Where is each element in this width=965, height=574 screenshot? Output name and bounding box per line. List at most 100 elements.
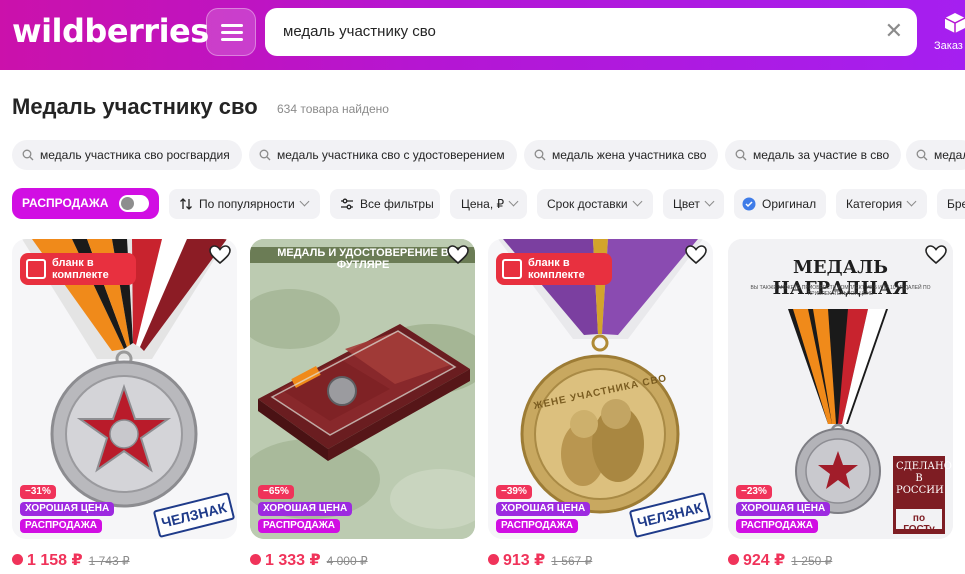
favorite-heart-icon[interactable] <box>447 245 469 265</box>
clear-search-icon[interactable]: ✕ <box>885 20 903 42</box>
chevron-down-icon <box>906 196 917 207</box>
current-price: 1 333 ₽ <box>265 552 321 569</box>
product-card[interactable]: бланк в комплекте ЧЕЛЗНАК −31% ХОРОШАЯ Ц… <box>12 239 237 539</box>
sale-badge: РАСПРОДАЖА <box>20 519 102 533</box>
chevron-down-icon <box>299 196 310 207</box>
all-filters-label: Все фильтры <box>360 197 434 211</box>
product-price: 924 ₽ 1 250 ₽ <box>728 550 832 570</box>
color-dropdown[interactable]: Цвет <box>663 189 724 219</box>
search-icon <box>735 149 747 161</box>
toggle-switch[interactable] <box>119 195 149 212</box>
old-price: 1 743 ₽ <box>88 554 130 568</box>
discount-badge: −65% <box>258 485 294 499</box>
wallet-price-icon <box>488 554 499 565</box>
suggestion-chip[interactable]: медаль жена участника сво <box>524 140 719 170</box>
product-price: 1 333 ₽ 4 000 ₽ <box>250 550 368 570</box>
good-price-badge: ХОРОШАЯ ЦЕНА <box>258 502 353 516</box>
old-price: 4 000 ₽ <box>326 554 368 568</box>
orders-button[interactable]: Заказ <box>932 8 965 58</box>
menu-icon-line <box>221 31 243 34</box>
wallet-price-icon <box>250 554 261 565</box>
price-dropdown[interactable]: Цена, ₽ <box>450 189 527 219</box>
all-filters-button[interactable]: Все фильтры <box>330 189 440 219</box>
original-filter-label: Оригинал <box>762 197 817 211</box>
chevron-down-icon <box>508 196 519 207</box>
wildberries-logo[interactable]: wildberries <box>12 12 209 50</box>
suggestion-label: медаль участника сво с удостоверением <box>277 148 505 162</box>
badge-text: МЕДАЛЬ И УДОСТОВЕРЕНИЕ В ФУТЛЯРЕ <box>277 247 449 271</box>
sale-toggle[interactable]: РАСПРОДАЖА <box>12 188 159 219</box>
brand-dropdown[interactable]: Бре <box>937 189 965 219</box>
wallet-price-icon <box>12 554 23 565</box>
gost-label: по ГОСТу <box>903 513 935 535</box>
discount-badge: −39% <box>496 485 532 499</box>
suggestion-chip[interactable]: медаль участника сво росгвардия <box>12 140 242 170</box>
sale-badge: РАСПРОДАЖА <box>736 519 818 533</box>
product-card[interactable]: бланк в комплекте ЖЕНЕ УЧАСТНИКА СВО ЧЕЛ… <box>488 239 713 539</box>
suggestion-label: медаль участника сво росгвардия <box>40 148 230 162</box>
old-price: 1 567 ₽ <box>551 554 593 568</box>
good-price-badge: ХОРОШАЯ ЦЕНА <box>20 502 115 516</box>
chevron-down-icon <box>704 196 715 207</box>
search-icon <box>259 149 271 161</box>
document-icon <box>26 259 46 279</box>
suggestion-chip[interactable]: медаль участника сво с удостоверением <box>249 140 517 170</box>
made-in-russia-label: СДЕЛАНО В РОССИИ <box>896 461 952 496</box>
menu-icon <box>221 24 243 27</box>
menu-icon-line <box>221 38 243 41</box>
category-filter-label: Категория <box>846 197 903 211</box>
good-price-badge: ХОРОШАЯ ЦЕНА <box>736 502 831 516</box>
wallet-price-icon <box>728 554 739 565</box>
blank-included-badge: бланк в комплекте <box>20 253 136 285</box>
search-icon <box>916 149 928 161</box>
badge-text: бланк в комплекте <box>528 257 585 281</box>
suggestion-label: медаль за участие в сво <box>753 148 890 162</box>
search-icon <box>534 149 546 161</box>
suggestion-chip[interactable]: медаль за участие в сво <box>725 140 902 170</box>
page-title: Медаль участнику сво <box>12 94 258 119</box>
medal-subtitle: ВЫ ТАКЖЕ МОЖЕТЕ ПРИОБРЕСТИ КОМПЛЕКТ ИЗ 5… <box>750 285 931 297</box>
results-count: 634 товара найдено <box>277 102 389 116</box>
orders-label: Заказ <box>934 40 963 52</box>
favorite-heart-icon[interactable] <box>209 245 231 265</box>
sale-badge: РАСПРОДАЖА <box>258 519 340 533</box>
current-price: 1 158 ₽ <box>27 552 83 569</box>
product-price: 913 ₽ 1 567 ₽ <box>488 550 592 570</box>
sort-label: По популярности <box>199 197 295 211</box>
search-input[interactable]: медаль участнику сво ✕ <box>265 8 917 56</box>
delivery-filter-label: Срок доставки <box>547 197 628 211</box>
box-icon <box>944 13 965 33</box>
delivery-dropdown[interactable]: Срок доставки <box>537 189 653 219</box>
suggestion-label: медаль жена участника сво <box>552 148 707 162</box>
favorite-heart-icon[interactable] <box>685 245 707 265</box>
product-card[interactable]: МЕДАЛЬ НАГРАДНАЯ ВЫ ТАКЖЕ МОЖЕТЕ ПРИОБРЕ… <box>728 239 953 539</box>
product-card[interactable]: МЕДАЛЬ И УДОСТОВЕРЕНИЕ В ФУТЛЯРЕ −65% ХО… <box>250 239 475 539</box>
old-price: 1 250 ₽ <box>791 554 833 568</box>
sort-icon <box>180 198 192 210</box>
discount-badge: −23% <box>736 485 772 499</box>
search-query: медаль участнику сво <box>283 23 436 40</box>
discount-badge: −31% <box>20 485 56 499</box>
color-filter-label: Цвет <box>673 197 700 211</box>
suggestion-label: медал <box>934 148 965 162</box>
case-title-badge: МЕДАЛЬ И УДОСТОВЕРЕНИЕ В ФУТЛЯРЕ <box>258 247 468 271</box>
search-icon <box>22 149 34 161</box>
favorite-heart-icon[interactable] <box>925 245 947 265</box>
document-icon <box>502 259 522 279</box>
current-price: 913 ₽ <box>503 552 546 569</box>
verified-check-icon <box>742 197 756 211</box>
suggestion-chip[interactable]: медал <box>906 140 965 170</box>
current-price: 924 ₽ <box>743 552 786 569</box>
product-price: 1 158 ₽ 1 743 ₽ <box>12 550 130 570</box>
header-bar: wildberries медаль участнику сво ✕ Заказ <box>0 0 965 70</box>
sort-dropdown[interactable]: По популярности <box>169 189 320 219</box>
good-price-badge: ХОРОШАЯ ЦЕНА <box>496 502 591 516</box>
original-filter[interactable]: Оригинал <box>734 189 826 219</box>
price-filter-label: Цена, ₽ <box>461 197 505 211</box>
filters-icon <box>341 198 353 210</box>
badge-text: бланк в комплекте <box>52 257 109 281</box>
brand-filter-label: Бре <box>947 197 965 211</box>
menu-button[interactable] <box>206 8 256 56</box>
category-dropdown[interactable]: Категория <box>836 189 927 219</box>
sale-badge: РАСПРОДАЖА <box>496 519 578 533</box>
